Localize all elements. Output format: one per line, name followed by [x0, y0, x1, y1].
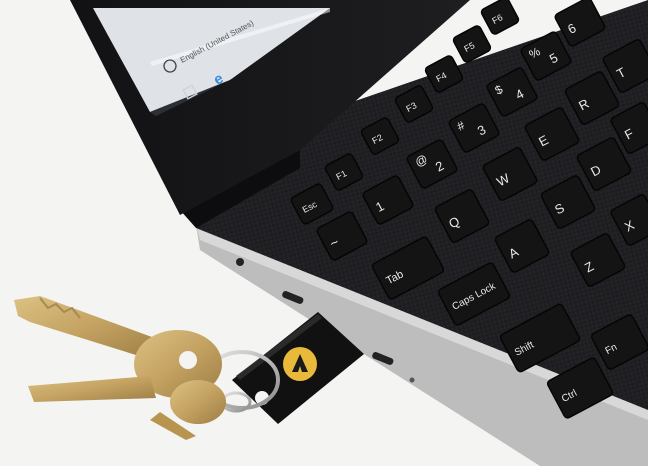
headphone-jack: [236, 258, 244, 266]
photo-scene: e English (United States) Esc F1 F2 F3 F4 F5 F…: [0, 0, 648, 466]
laptop-photo: e English (United States) EscF1F2F3F4F5F…: [0, 0, 648, 466]
status-led: [409, 377, 415, 383]
